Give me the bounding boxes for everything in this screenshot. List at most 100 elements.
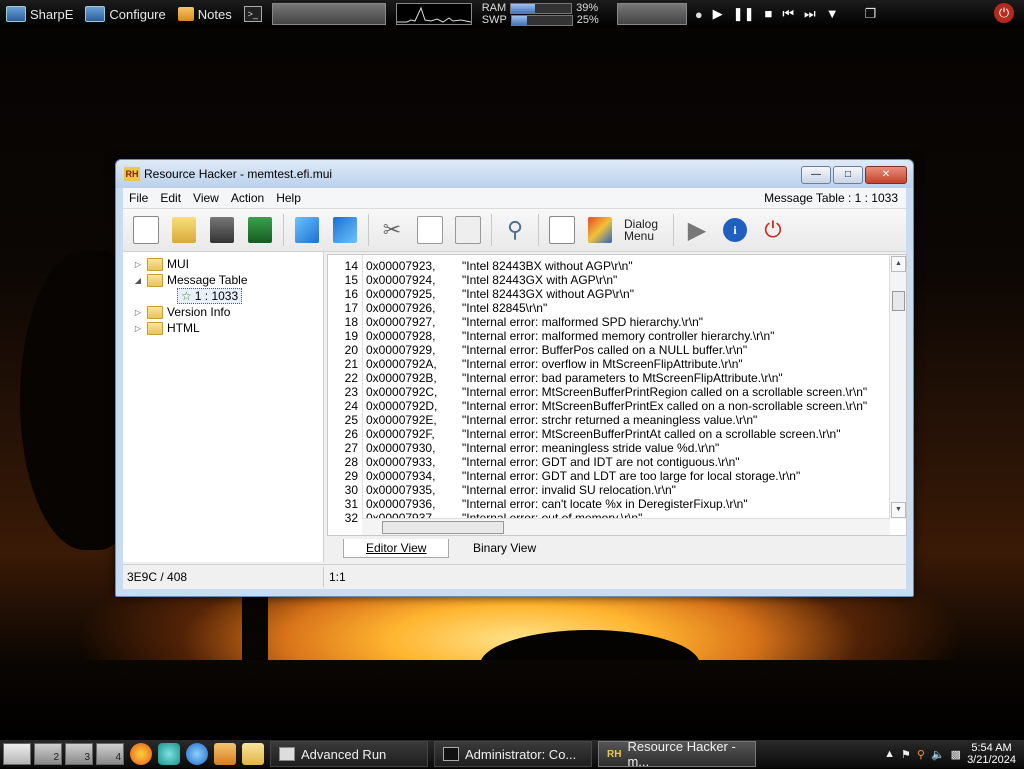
launcher-configure[interactable]: Configure <box>79 2 171 26</box>
terminal-launcher[interactable]: >_ <box>238 2 268 26</box>
run-button[interactable]: ▶ <box>680 213 714 247</box>
search-icon[interactable]: ⚲ <box>917 748 925 761</box>
task-administrator-console[interactable]: Administrator: Co... <box>434 741 592 767</box>
new-button[interactable] <box>129 213 163 247</box>
app-launcher-icon[interactable] <box>158 743 180 765</box>
flag-icon[interactable]: ⚑ <box>901 748 911 761</box>
launcher-sharpe[interactable]: SharpE <box>0 2 79 26</box>
add-blank-icon <box>549 216 575 244</box>
pause-icon[interactable]: ❚❚ <box>733 6 755 22</box>
player-icon[interactable]: ▼ <box>826 6 839 22</box>
next-icon[interactable]: ⏭ <box>804 6 816 22</box>
network-icon[interactable]: ▩ <box>951 748 961 761</box>
line-number: 24 <box>344 399 358 413</box>
script-editor[interactable]: 14 0x00007923, "Intel 82443BX without AGP\… <box>327 254 907 536</box>
open-button[interactable] <box>167 213 201 247</box>
message-text: "Intel 82443GX with AGP\r\n" <box>462 273 618 287</box>
collapse-icon[interactable]: ◢ <box>133 276 143 285</box>
tree-node-version-info[interactable]: ▷ Version Info <box>133 304 230 320</box>
expand-icon[interactable]: ▷ <box>133 308 143 317</box>
menu-file[interactable]: File <box>123 191 154 205</box>
previous-icon[interactable]: ⏮ <box>782 6 794 22</box>
message-text: "Internal error: BufferPos called on a N… <box>462 343 748 357</box>
magnifier-icon: ⚲ <box>506 217 524 242</box>
workspace-2[interactable]: 2 <box>34 743 62 765</box>
menu-action[interactable]: Action <box>225 191 270 205</box>
tray-expand-icon[interactable]: ▲ <box>884 748 895 760</box>
hscroll-thumb[interactable] <box>382 521 504 534</box>
file-explorer-icon[interactable] <box>242 743 264 765</box>
workspace-3[interactable]: 3 <box>65 743 93 765</box>
internet-explorer-icon[interactable] <box>186 743 208 765</box>
task-resource-hacker[interactable]: RH Resource Hacker - m... <box>598 739 756 769</box>
compile-button[interactable] <box>290 213 324 247</box>
run-script-button[interactable] <box>328 213 362 247</box>
save-button[interactable] <box>205 213 239 247</box>
minimize-button[interactable]: — <box>801 166 831 184</box>
resource-context-label: Message Table : 1 : 1033 <box>764 191 898 205</box>
menu-edit[interactable]: Edit <box>154 191 187 205</box>
tree-node-1-1033[interactable]: ☆ 1 : 1033 <box>177 288 243 304</box>
taskbar: 2 3 4 Advanced Run Administrator: Co... … <box>0 739 1024 769</box>
tree-node-message-table[interactable]: ◢ Message Table <box>133 272 248 288</box>
view-tabs: Editor View Binary View <box>327 536 905 560</box>
play-arrow-icon: ▶ <box>687 216 707 244</box>
task-advanced-run[interactable]: Advanced Run <box>270 741 428 767</box>
tree-node-label: MUI <box>167 257 189 271</box>
cpu-graph-line <box>396 6 471 23</box>
power-icon[interactable]: ⏻ <box>994 3 1014 23</box>
scroll-up-icon[interactable]: ▲ <box>891 256 906 272</box>
expand-icon[interactable]: ▷ <box>133 260 143 269</box>
find-button[interactable]: ⚲ <box>498 213 532 247</box>
add-resource-button[interactable] <box>545 213 579 247</box>
line-number: 17 <box>344 301 358 315</box>
cut-button[interactable]: ✂ <box>375 213 409 247</box>
volume-icon[interactable]: ● <box>695 7 703 22</box>
line-number: 21 <box>344 357 358 371</box>
launcher-notes[interactable]: Notes <box>172 2 238 26</box>
title-bar[interactable]: RH Resource Hacker - memtest.efi.mui — □… <box>116 160 913 188</box>
message-id: 0x00007930, <box>366 441 436 455</box>
workspace-1[interactable] <box>3 743 31 765</box>
horizontal-scrollbar[interactable] <box>362 518 890 535</box>
save-as-button[interactable] <box>243 213 277 247</box>
menu-help[interactable]: Help <box>270 191 307 205</box>
add-image-button[interactable] <box>583 213 617 247</box>
expand-icon[interactable]: ▷ <box>133 324 143 333</box>
volume-slider[interactable] <box>616 3 687 25</box>
line-number: 29 <box>344 469 358 483</box>
copy-button[interactable] <box>413 213 447 247</box>
task-field[interactable] <box>271 3 386 25</box>
scroll-down-icon[interactable]: ▼ <box>891 502 906 518</box>
tab-editor-view[interactable]: Editor View <box>343 539 450 558</box>
paste-button[interactable] <box>451 213 485 247</box>
line-number: 30 <box>344 483 358 497</box>
dialog-merger-button[interactable]: Dialog Menu <box>621 213 667 247</box>
clock[interactable]: 5:54 AM 3/21/2024 <box>967 742 1016 766</box>
firefox-icon[interactable] <box>130 743 152 765</box>
workspace-4[interactable]: 4 <box>96 743 124 765</box>
save-as-icon <box>248 217 272 243</box>
swp-label: SWP <box>481 14 507 26</box>
about-button[interactable]: i <box>718 213 752 247</box>
launcher-label: Configure <box>109 6 166 22</box>
media-player-icon[interactable] <box>214 743 236 765</box>
windows-switch-icon[interactable]: ❐ <box>865 6 877 22</box>
paste-icon <box>455 216 481 244</box>
tree-node-mui[interactable]: ▷ MUI <box>133 256 189 272</box>
message-text: "Internal error: MtScreenBufferPrintEx c… <box>462 399 868 413</box>
play-icon[interactable]: ▶ <box>713 6 723 22</box>
close-button[interactable]: ✕ <box>865 166 907 184</box>
toolbar: ✂ ⚲ Dialog Menu ▶ i ⏻ <box>123 209 906 252</box>
stop-icon[interactable]: ■ <box>764 6 772 22</box>
volume-muted-icon[interactable]: 🔈 <box>931 748 945 761</box>
menu-view[interactable]: View <box>187 191 225 205</box>
exit-button[interactable]: ⏻ <box>756 213 790 247</box>
tab-binary-view[interactable]: Binary View <box>451 539 558 557</box>
vertical-scrollbar[interactable]: ▲ ▼ <box>889 255 906 519</box>
maximize-button[interactable]: □ <box>833 166 863 184</box>
toolbar-separator <box>283 214 284 246</box>
scroll-thumb[interactable] <box>892 291 905 311</box>
ram-bar-fill <box>511 3 535 13</box>
tree-node-html[interactable]: ▷ HTML <box>133 320 200 336</box>
